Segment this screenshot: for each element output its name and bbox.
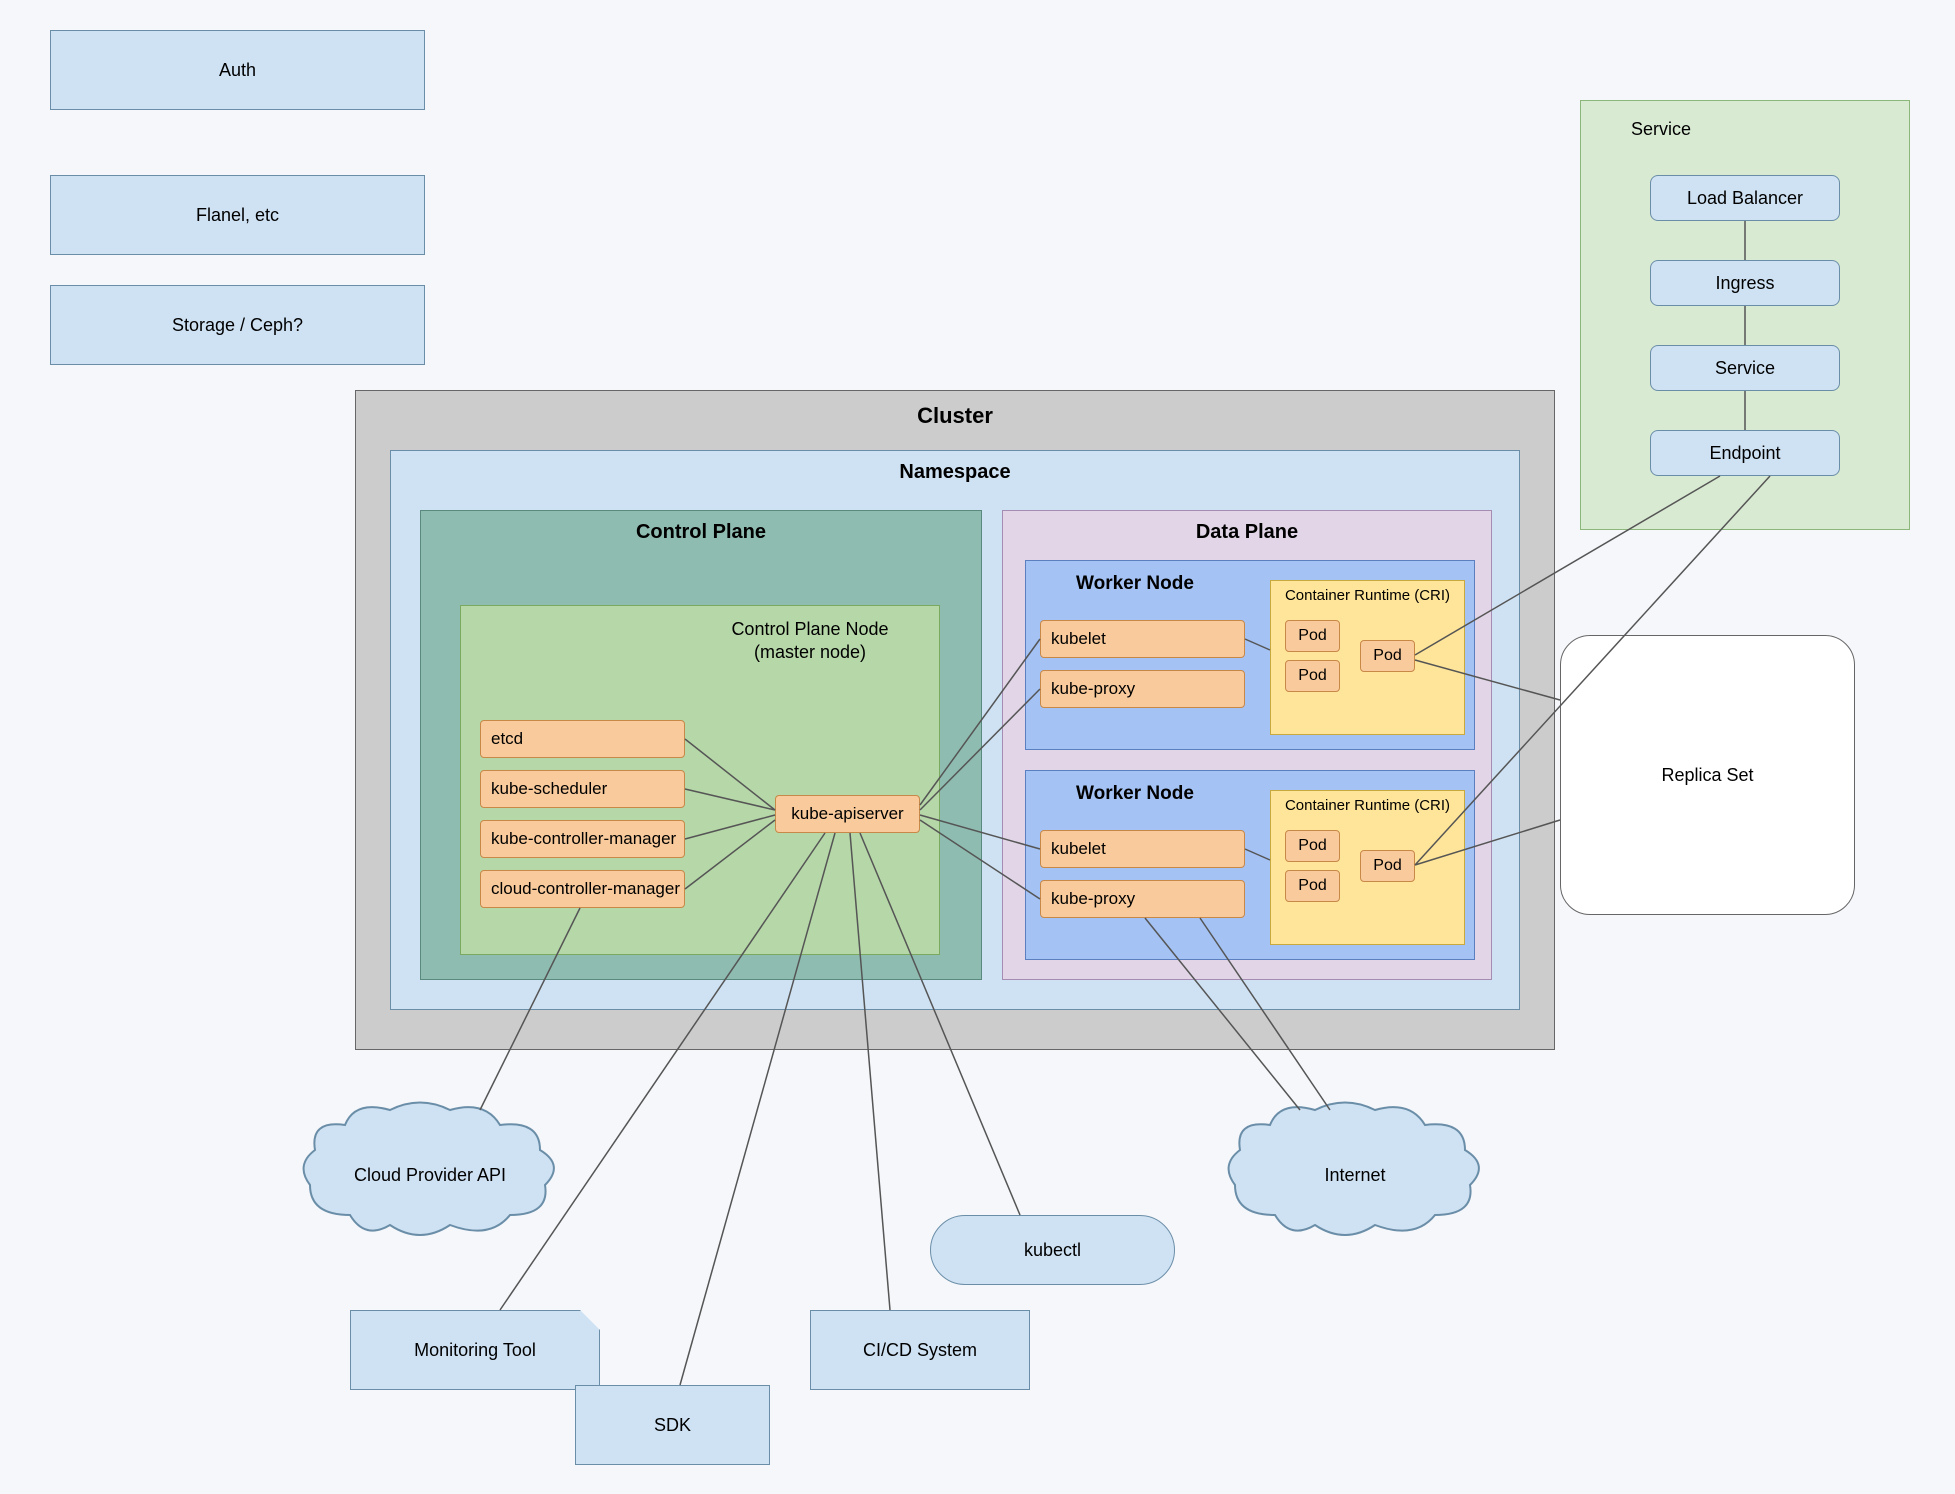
etcd-box: etcd: [480, 720, 685, 758]
kube-controller-manager-box: kube-controller-manager: [480, 820, 685, 858]
storage-box: Storage / Ceph?: [50, 285, 425, 365]
flanel-box: Flanel, etc: [50, 175, 425, 255]
endpoint-box: Endpoint: [1650, 430, 1840, 476]
service-box: Service: [1650, 345, 1840, 391]
monitoring-tool: Monitoring Tool: [350, 1310, 600, 1390]
internet-cloud: Internet: [1215, 1095, 1495, 1255]
control-plane-title: Control Plane: [421, 511, 981, 554]
kubectl-box: kubectl: [930, 1215, 1175, 1285]
auth-box: Auth: [50, 30, 425, 110]
service-title: Service: [1581, 101, 1909, 140]
cp-node-title: Control Plane Node (master node): [461, 606, 939, 669]
wn2-pod1: Pod: [1285, 830, 1340, 862]
cluster-title: Cluster: [356, 391, 1554, 441]
kube-scheduler-box: kube-scheduler: [480, 770, 685, 808]
cicd-box: CI/CD System: [810, 1310, 1030, 1390]
cloud-controller-manager-box: cloud-controller-manager: [480, 870, 685, 908]
wn1-pod2: Pod: [1285, 660, 1340, 692]
wn1-pod1: Pod: [1285, 620, 1340, 652]
wn2-kube-proxy: kube-proxy: [1040, 880, 1245, 918]
sdk-box: SDK: [575, 1385, 770, 1465]
wn1-kubelet: kubelet: [1040, 620, 1245, 658]
wn2-pod2: Pod: [1285, 870, 1340, 902]
data-plane-title: Data Plane: [1003, 511, 1491, 554]
replica-set: Replica Set: [1560, 635, 1855, 915]
load-balancer-box: Load Balancer: [1650, 175, 1840, 221]
kube-apiserver-box: kube-apiserver: [775, 795, 920, 833]
namespace-title: Namespace: [391, 451, 1519, 494]
cloud-provider-api: Cloud Provider API: [290, 1095, 570, 1255]
ingress-box: Ingress: [1650, 260, 1840, 306]
wn1-kube-proxy: kube-proxy: [1040, 670, 1245, 708]
wn2-kubelet: kubelet: [1040, 830, 1245, 868]
wn2-pod3: Pod: [1360, 850, 1415, 882]
wn1-pod3: Pod: [1360, 640, 1415, 672]
